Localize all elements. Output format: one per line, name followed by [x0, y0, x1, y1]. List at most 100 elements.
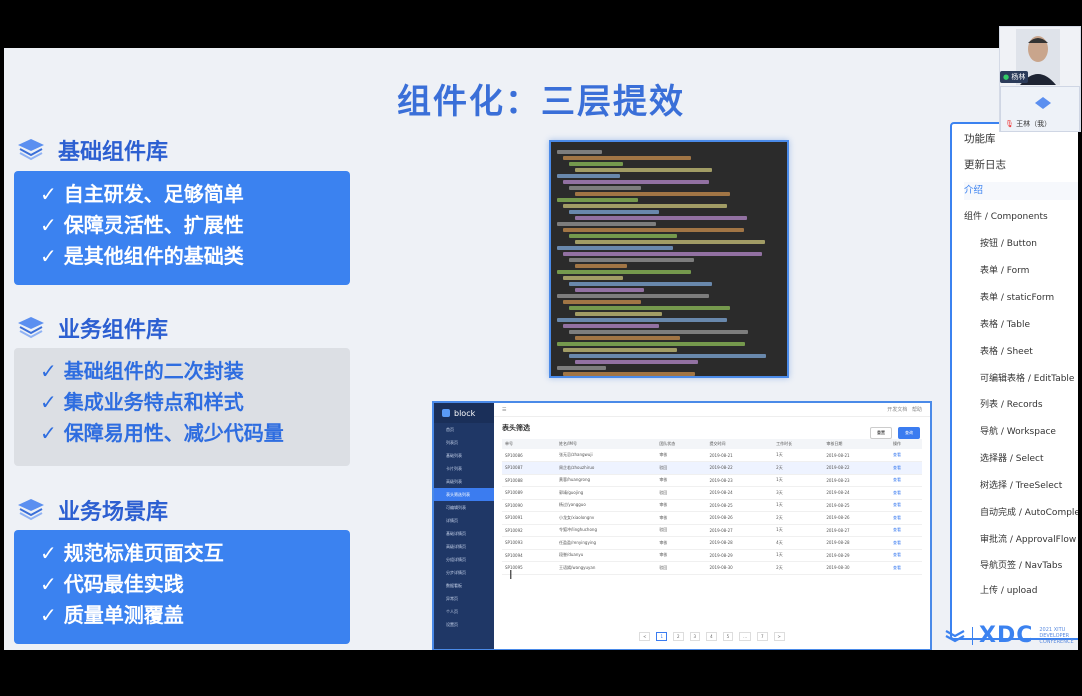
section-title: 基础组件库 — [58, 140, 169, 165]
app-nav-item[interactable]: 卡片列表 — [434, 462, 494, 475]
page-button[interactable]: 1 — [656, 632, 667, 641]
view-link[interactable]: 查看 — [890, 474, 922, 487]
code-line — [563, 348, 678, 352]
table-row[interactable]: SP10087 周芷若/zhouzhiruo 驳回 2019-08-22 2天 2019-… — [502, 461, 922, 475]
menu-item[interactable]: 表单 / staticForm — [980, 289, 1054, 307]
table-header-cell[interactable]: 操作 — [890, 439, 922, 449]
table-row[interactable]: SP10091 小龙女/xiaolongnv 审核 2019-08-26 2天 2019-… — [502, 511, 922, 525]
section-heading-scene: 业务场景库 — [16, 494, 168, 526]
table-row[interactable]: SP10086 张无忌/zhangwuji 审核 2019-08-21 1天 2019-0… — [502, 449, 922, 462]
app-nav-item[interactable]: 列表页 — [434, 436, 494, 449]
table-cell: 2019-08-30 — [823, 561, 891, 575]
reset-button[interactable]: 重置 — [870, 427, 892, 439]
table-row[interactable]: SP10093 任盈盈/renyingying 审核 2019-08-28 4天 2019… — [502, 536, 922, 550]
table-row[interactable]: SP10089 郭靖/guojing 驳回 2019-08-24 3天 2019-08-2… — [502, 486, 922, 500]
menu-item[interactable]: 列表 / Records — [980, 396, 1043, 414]
view-link[interactable]: 查看 — [890, 536, 922, 550]
app-nav-item[interactable]: 首页 — [434, 423, 494, 436]
xdc-logo-text: XDC — [979, 623, 1034, 648]
view-link[interactable]: 查看 — [890, 524, 922, 537]
table-header-cell[interactable]: 姓名/IM号 — [556, 439, 657, 449]
app-nav-item[interactable]: 高级详情页 — [434, 540, 494, 553]
menu-item[interactable]: 介绍 — [964, 182, 1078, 200]
table-cell: SP10087 — [502, 461, 557, 475]
table-header-cell[interactable]: 团队状态 — [656, 439, 707, 449]
table-cell: 2019-08-28 — [706, 536, 774, 550]
app-content: 表头筛选 重置 查询 单号 姓名/IM号 团队状态 提交时间 工作时长 审核日期 操作 SP… — [494, 417, 930, 649]
view-link[interactable]: 查看 — [890, 511, 922, 525]
page-button[interactable]: ... — [739, 632, 751, 641]
app-nav-item[interactable]: 详情页 — [434, 514, 494, 527]
table-header-cell[interactable]: 工作时长 — [773, 439, 824, 449]
code-line — [557, 342, 746, 346]
menu-item[interactable]: 导航 / Workspace — [980, 423, 1056, 441]
table-cell: 小龙女/xiaolongnv — [556, 511, 657, 525]
app-nav-item[interactable]: 基础详情页 — [434, 527, 494, 540]
view-link[interactable]: 查看 — [890, 549, 922, 562]
menu-item[interactable]: 自动完成 / AutoComplete — [980, 504, 1078, 522]
app-nav-item[interactable]: 个人页 — [434, 605, 494, 618]
table-cell: 1天 — [773, 524, 824, 537]
bullet: ✓ 集成业务特点和样式 — [40, 390, 244, 414]
app-nav-item[interactable]: 设置页 — [434, 618, 494, 631]
table-cell: 2019-08-29 — [706, 549, 774, 562]
menu-item[interactable]: 表单 / Form — [980, 262, 1029, 280]
table-row[interactable]: SP10095 王语嫣/wangyuyan 驳回 2019-08-30 2天 2019-0… — [502, 561, 922, 575]
code-line — [557, 150, 602, 154]
app-nav-item[interactable]: 基础列表 — [434, 449, 494, 462]
docs-link[interactable]: 开发文档 — [887, 407, 907, 413]
view-link[interactable]: 查看 — [890, 486, 922, 500]
page-button[interactable]: 4 — [706, 632, 717, 641]
page-button[interactable]: 2 — [672, 632, 684, 641]
page-button[interactable]: 5 — [722, 632, 734, 641]
page-button[interactable]: < — [639, 632, 651, 641]
app-nav-item[interactable]: 分步详情页 — [434, 566, 494, 579]
view-link[interactable]: 查看 — [890, 499, 922, 512]
page-button[interactable]: > — [773, 632, 785, 641]
menu-item[interactable]: 导航页签 / NavTabs — [980, 557, 1062, 575]
app-nav-item[interactable]: 数据看板 — [434, 579, 494, 592]
menu-item[interactable]: 按钮 / Button — [980, 235, 1037, 253]
view-link[interactable]: 查看 — [890, 461, 922, 475]
app-nav-item[interactable]: 可编辑列表 — [434, 501, 494, 514]
menu-item[interactable]: 表格 / Table — [980, 316, 1030, 334]
table-row[interactable]: SP10094 段誉/duanyu 审核 2019-08-29 1天 2019-08-29… — [502, 549, 922, 562]
section-title: 业务场景库 — [58, 500, 169, 525]
code-line — [575, 264, 627, 268]
menu-item[interactable]: 选择器 / Select — [980, 450, 1044, 468]
query-button[interactable]: 查询 — [898, 427, 920, 439]
menu-item[interactable]: 更新日志 — [964, 156, 1006, 174]
app-nav-item[interactable]: 表头筛选列表 — [434, 488, 494, 501]
app-nav-item[interactable]: 异常页 — [434, 592, 494, 605]
menu-item[interactable]: 树选择 / TreeSelect — [980, 477, 1062, 495]
app-nav-item[interactable]: 高级列表 — [434, 475, 494, 488]
menu-item[interactable]: 功能库 — [964, 130, 996, 148]
table-header-cell[interactable]: 提交时间 — [706, 439, 774, 449]
table-header-cell[interactable]: 单号 — [502, 439, 557, 449]
book-icon — [18, 317, 44, 339]
menu-toggle-icon[interactable]: ☰ — [502, 407, 506, 413]
table-cell: 审核 — [656, 499, 707, 512]
code-line — [569, 306, 731, 310]
menu-item[interactable]: 可编辑表格 / EditTable — [980, 370, 1074, 388]
section-box-basic: ✓ 自主研发、足够简单 ✓ 保障灵活性、扩展性 ✓ 是其他组件的基础类 — [14, 171, 350, 285]
view-link[interactable]: 查看 — [890, 449, 922, 462]
table-row[interactable]: SP10092 令狐冲/linghuchong 驳回 2019-08-27 1天 2019… — [502, 524, 922, 537]
view-link[interactable]: 查看 — [890, 561, 922, 575]
table-row[interactable]: SP10090 杨过/yangguo 审核 2019-08-25 1天 2019-08-2… — [502, 499, 922, 512]
page-button[interactable]: 3 — [689, 632, 701, 641]
menu-item[interactable]: 组件 / Components — [964, 208, 1048, 226]
code-line — [569, 162, 623, 166]
table-cell: 段誉/duanyu — [556, 549, 657, 562]
menu-item[interactable]: 审批流 / ApprovalFlow — [980, 531, 1076, 549]
page-button[interactable]: 7 — [757, 632, 768, 641]
camera-off-icon — [1035, 97, 1051, 109]
menu-item[interactable]: 上传 / upload — [980, 582, 1037, 600]
menu-item[interactable]: 表格 / Sheet — [980, 343, 1033, 361]
participant-video[interactable]: 🎙 王林（我） — [1000, 86, 1080, 132]
app-nav-item[interactable]: 分组详情页 — [434, 553, 494, 566]
table-header-cell[interactable]: 审核日期 — [823, 439, 891, 449]
help-link[interactable]: 帮助 — [912, 407, 922, 413]
table-row[interactable]: SP10088 黄蓉/huangrong 审核 2019-08-23 1天 2019-08… — [502, 474, 922, 487]
section-heading-basic: 基础组件库 — [16, 134, 168, 166]
